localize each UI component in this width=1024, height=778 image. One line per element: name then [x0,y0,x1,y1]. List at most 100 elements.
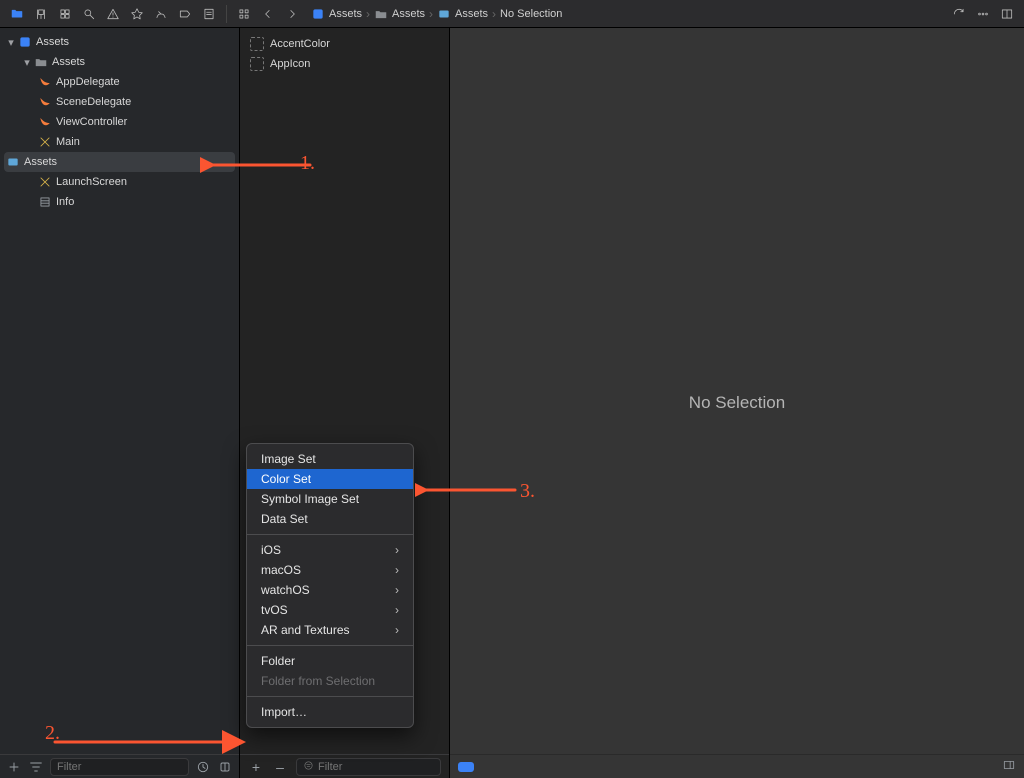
nav-back-icon[interactable] [257,3,279,25]
file-row-appdelegate[interactable]: AppDelegate [0,72,239,92]
row-label: SceneDelegate [56,96,131,108]
search-icon[interactable] [78,3,100,25]
app-icon [311,7,325,21]
breadcrumb[interactable]: Assets › Assets › Assets › No Selection [311,0,562,28]
assistant-editor-icon[interactable] [996,3,1018,25]
project-root-row[interactable]: ▾ Assets [0,32,239,52]
chevron-down-icon[interactable]: ▾ [6,37,16,47]
app-icon [18,35,32,49]
chevron-right-icon: › [492,7,496,21]
symbols-icon[interactable] [54,3,76,25]
add-asset-button[interactable]: + [248,759,264,775]
folder-icon [34,55,48,69]
nav-forward-icon[interactable] [281,3,303,25]
file-row-launchscreen[interactable]: LaunchScreen [0,172,239,192]
menu-item-data-set[interactable]: Data Set [247,509,413,529]
new-asset-context-menu: Image Set Color Set Symbol Image Set Dat… [246,443,414,728]
menu-item-color-set[interactable]: Color Set [247,469,413,489]
navigator-filter-input[interactable] [57,761,182,773]
empty-state-text: No Selection [689,393,785,413]
chevron-right-icon: › [395,583,399,597]
chevron-right-icon: › [429,7,433,21]
breadcrumb-seg[interactable]: No Selection [500,8,562,20]
toolbar-separator [226,5,227,23]
chevron-right-icon: › [395,543,399,557]
top-toolbar: Assets › Assets › Assets › No Selection [0,0,1024,28]
chevron-right-icon: › [395,563,399,577]
menu-item-symbol-image-set[interactable]: Symbol Image Set [247,489,413,509]
menu-item-import[interactable]: Import… [247,702,413,722]
menu-item-image-set[interactable]: Image Set [247,449,413,469]
folder-small-icon [374,7,388,21]
add-icon[interactable] [6,759,22,775]
chevron-right-icon: › [395,603,399,617]
group-row[interactable]: ▾ Assets [0,52,239,72]
source-control-icon[interactable] [30,3,52,25]
storyboard-icon [38,135,52,149]
app-root: Assets › Assets › Assets › No Selection … [0,0,1024,778]
chevron-down-icon[interactable]: ▾ [22,57,32,67]
breakpoints-icon[interactable] [174,3,196,25]
menu-separator [247,534,413,535]
menu-item-tvos[interactable]: tvOS› [247,600,413,620]
breadcrumb-seg[interactable]: Assets [455,8,488,20]
debug-icon[interactable] [150,3,172,25]
hide-inspector-icon[interactable] [1002,758,1016,775]
plist-icon [38,195,52,209]
row-label: Assets [36,36,69,48]
menu-item-ar-textures[interactable]: AR and Textures› [247,620,413,640]
remove-asset-button[interactable]: – [272,759,288,775]
row-label: Main [56,136,80,148]
file-row-viewcontroller[interactable]: ViewController [0,112,239,132]
breadcrumb-seg[interactable]: Assets [329,8,362,20]
navigator-filter[interactable] [50,758,189,776]
appicon-thumb-icon [250,57,264,71]
asset-catalog-icon [6,155,20,169]
file-row-main-storyboard[interactable]: Main [0,132,239,152]
filter-icon [303,760,314,774]
asset-catalog-small-icon [437,7,451,21]
asset-footer: + – [240,754,449,778]
swift-file-icon [38,115,52,129]
swift-file-icon [38,75,52,89]
asset-filter[interactable] [296,758,441,776]
issue-icon[interactable] [102,3,124,25]
menu-item-ios[interactable]: iOS› [247,540,413,560]
navigator-tree[interactable]: ▾ Assets ▾ Assets AppDelegate SceneDeleg… [0,28,239,754]
storyboard-icon [38,175,52,189]
navigator-footer [0,754,239,778]
menu-item-watchos[interactable]: watchOS› [247,580,413,600]
more-icon[interactable] [972,3,994,25]
refresh-icon[interactable] [948,3,970,25]
scm-filter-icon[interactable] [217,759,233,775]
menu-separator [247,645,413,646]
menu-separator [247,696,413,697]
folder-icon[interactable] [6,3,28,25]
breadcrumb-seg[interactable]: Assets [392,8,425,20]
canvas-footer [450,754,1024,778]
tests-icon[interactable] [126,3,148,25]
chevron-right-icon: › [395,623,399,637]
menu-item-macos[interactable]: macOS› [247,560,413,580]
asset-label: AccentColor [270,38,330,50]
reports-icon[interactable] [198,3,220,25]
asset-row-appicon[interactable]: AppIcon [240,54,449,74]
clock-icon[interactable] [195,759,211,775]
filter-scope-icon[interactable] [28,759,44,775]
asset-canvas: No Selection [450,28,1024,778]
row-label: Assets [24,156,57,168]
row-label: AppDelegate [56,76,120,88]
asset-filter-input[interactable] [318,761,434,773]
editor-layout-icon[interactable] [233,3,255,25]
main-row: ▾ Assets ▾ Assets AppDelegate SceneDeleg… [0,28,1024,778]
color-thumb-icon [250,37,264,51]
menu-item-folder[interactable]: Folder [247,651,413,671]
row-label: Info [56,196,74,208]
dock-indicator [458,762,474,772]
file-row-scenedelegate[interactable]: SceneDelegate [0,92,239,112]
file-row-info-plist[interactable]: Info [0,192,239,212]
asset-row-accentcolor[interactable]: AccentColor [240,34,449,54]
file-row-assets[interactable]: Assets [4,152,235,172]
chevron-right-icon: › [366,7,370,21]
asset-label: AppIcon [270,58,310,70]
